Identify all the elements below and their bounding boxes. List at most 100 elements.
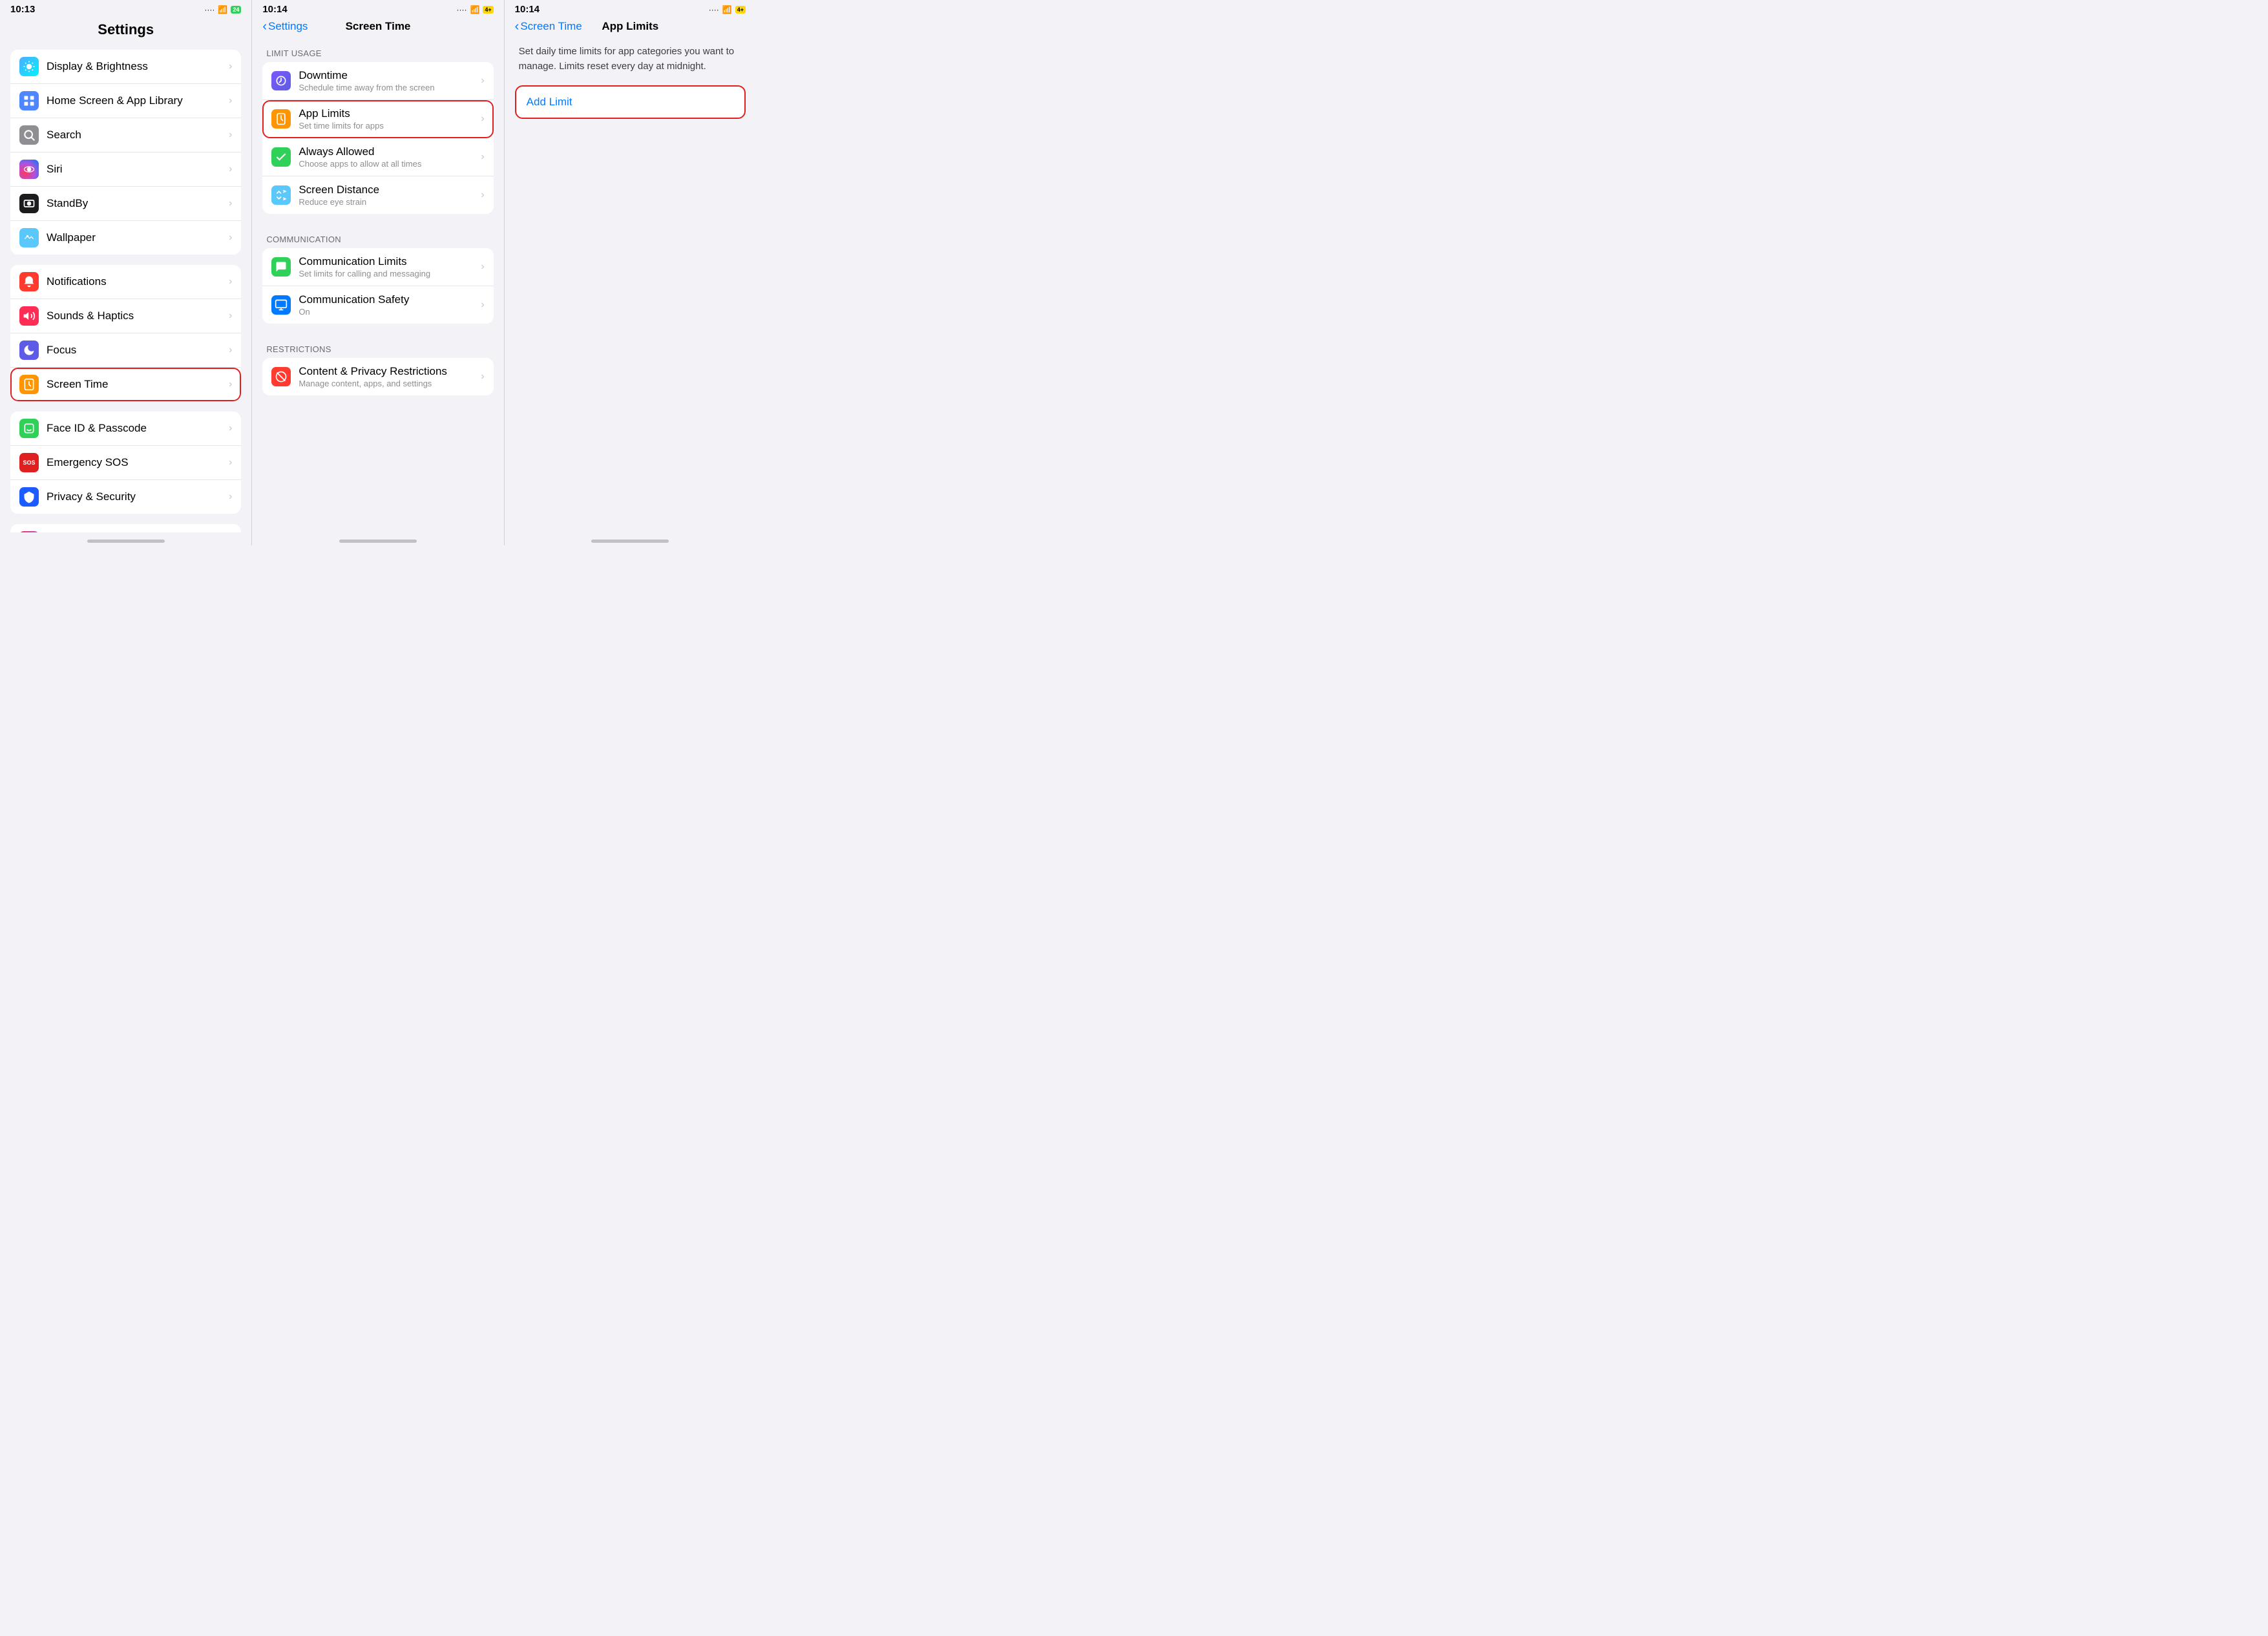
battery-badge-2: 4+: [483, 6, 493, 14]
distance-icon-box: [271, 185, 291, 205]
panel-settings: 10:13 ···· 📶 24 Settings Display & Brigh…: [0, 0, 251, 545]
back-to-screentime[interactable]: ‹ Screen Time: [515, 20, 582, 33]
focus-icon-box: [19, 341, 39, 360]
settings-item-sos[interactable]: SOS Emergency SOS ›: [10, 446, 241, 480]
wallpaper-label: Wallpaper: [47, 231, 229, 244]
applimits-icon-box: [271, 109, 291, 129]
settings-item-search[interactable]: Search ›: [10, 118, 241, 152]
signal-icon-2: ····: [456, 5, 467, 14]
search-chevron: ›: [229, 129, 232, 141]
settings-item-notifications[interactable]: Notifications ›: [10, 265, 241, 299]
settings-item-homescreen[interactable]: Home Screen & App Library ›: [10, 84, 241, 118]
screentime-scroll[interactable]: LIMIT USAGE Downtime Schedule time away …: [252, 38, 503, 532]
settings-scroll[interactable]: Display & Brightness › Home Screen & App…: [0, 50, 251, 532]
status-bar-1: 10:13 ···· 📶 24: [0, 0, 251, 17]
screentime-item-commsafety[interactable]: Communication Safety On ›: [262, 286, 493, 324]
commsafety-chevron: ›: [481, 299, 484, 311]
wifi-icon-1: 📶: [218, 5, 227, 14]
section-restrictions: RESTRICTIONS: [262, 334, 493, 358]
screentime-chevron: ›: [229, 379, 232, 390]
settings-item-screentime[interactable]: Screen Time ›: [10, 368, 241, 401]
downtime-chevron: ›: [481, 75, 484, 87]
panel-screentime: 10:14 ···· 📶 4+ ‹ Settings Screen Time L…: [251, 0, 503, 545]
back-label-3: Screen Time: [520, 20, 582, 33]
settings-item-display[interactable]: Display & Brightness ›: [10, 50, 241, 84]
applimits-scroll[interactable]: Set daily time limits for app categories…: [505, 38, 756, 532]
wifi-icon-2: 📶: [470, 5, 479, 14]
standby-chevron: ›: [229, 198, 232, 209]
allowed-icon-box: [271, 147, 291, 167]
standby-label: StandBy: [47, 197, 229, 210]
sounds-icon-box: [19, 306, 39, 326]
notifications-label: Notifications: [47, 275, 229, 288]
settings-group-4: Game Center › iCloud ›: [10, 524, 241, 532]
downtime-text: Downtime Schedule time away from the scr…: [299, 69, 481, 92]
section-limit-usage: LIMIT USAGE: [262, 38, 493, 62]
commlimits-chevron: ›: [481, 261, 484, 273]
screentime-nav-title: Screen Time: [346, 20, 411, 33]
add-limit-label: Add Limit: [527, 96, 572, 108]
back-chevron-3: ‹: [515, 20, 520, 33]
status-icons-3: ···· 📶 4+: [709, 5, 746, 14]
home-indicator-2: [339, 540, 417, 543]
commsafety-text: Communication Safety On: [299, 293, 481, 317]
signal-icon-1: ····: [204, 5, 215, 14]
privacy-label: Privacy & Security: [47, 490, 229, 503]
settings-item-focus[interactable]: Focus ›: [10, 333, 241, 368]
siri-chevron: ›: [229, 163, 232, 175]
status-bar-2: 10:14 ···· 📶 4+: [252, 0, 503, 17]
settings-group-2: Notifications › Sounds & Haptics › Focus: [10, 265, 241, 401]
back-chevron-2: ‹: [262, 20, 267, 33]
settings-item-faceid[interactable]: Face ID & Passcode ›: [10, 412, 241, 446]
back-label-2: Settings: [268, 20, 308, 33]
screentime-icon-box: [19, 375, 39, 394]
settings-item-standby[interactable]: StandBy ›: [10, 187, 241, 221]
wallpaper-icon-box: [19, 228, 39, 247]
display-label: Display & Brightness: [47, 60, 229, 73]
gamecenter-icon-box: [19, 531, 39, 532]
add-limit-button[interactable]: Add Limit: [515, 85, 746, 119]
standby-icon-box: [19, 194, 39, 213]
search-label: Search: [47, 129, 229, 142]
nav-bar-settings: Settings: [0, 17, 251, 50]
screentime-item-applimits[interactable]: App Limits Set time limits for apps ›: [262, 100, 493, 138]
screentime-item-allowed[interactable]: Always Allowed Choose apps to allow at a…: [262, 138, 493, 176]
privacy-chevron: ›: [229, 491, 232, 503]
screentime-item-distance[interactable]: Screen Distance Reduce eye strain ›: [262, 176, 493, 214]
bottom-bar-1: [0, 532, 251, 545]
back-to-settings[interactable]: ‹ Settings: [262, 20, 308, 33]
screentime-label: Screen Time: [47, 378, 229, 391]
screentime-item-commlimits[interactable]: Communication Limits Set limits for call…: [262, 248, 493, 286]
nav-bar-applimits: ‹ Screen Time App Limits: [505, 17, 756, 38]
time-1: 10:13: [10, 4, 35, 15]
settings-item-privacy[interactable]: Privacy & Security ›: [10, 480, 241, 514]
settings-item-sounds[interactable]: Sounds & Haptics ›: [10, 299, 241, 333]
applimits-text: App Limits Set time limits for apps: [299, 107, 481, 131]
commsafety-icon-box: [271, 295, 291, 315]
faceid-icon-box: [19, 419, 39, 438]
allowed-chevron: ›: [481, 151, 484, 163]
distance-text: Screen Distance Reduce eye strain: [299, 184, 481, 207]
settings-item-gamecenter[interactable]: Game Center ›: [10, 524, 241, 532]
status-bar-3: 10:14 ···· 📶 4+: [505, 0, 756, 17]
signal-icon-3: ····: [709, 5, 719, 14]
siri-label: Siri: [47, 163, 229, 176]
battery-badge-3: 4+: [735, 6, 746, 14]
content-chevron: ›: [481, 371, 484, 383]
wifi-icon-3: 📶: [722, 5, 732, 14]
settings-item-siri[interactable]: Siri ›: [10, 152, 241, 187]
bottom-bar-2: [252, 532, 503, 545]
time-3: 10:14: [515, 4, 540, 15]
sos-label: Emergency SOS: [47, 456, 229, 469]
battery-badge-1: 24: [231, 6, 241, 14]
nav-bar-screentime: ‹ Settings Screen Time: [252, 17, 503, 38]
display-chevron: ›: [229, 61, 232, 72]
status-icons-2: ···· 📶 4+: [456, 5, 493, 14]
time-2: 10:14: [262, 4, 287, 15]
sounds-chevron: ›: [229, 310, 232, 322]
sos-chevron: ›: [229, 457, 232, 468]
settings-item-wallpaper[interactable]: Wallpaper ›: [10, 221, 241, 255]
limit-usage-group: Downtime Schedule time away from the scr…: [262, 62, 493, 214]
screentime-item-content[interactable]: Content & Privacy Restrictions Manage co…: [262, 358, 493, 395]
screentime-item-downtime[interactable]: Downtime Schedule time away from the scr…: [262, 62, 493, 100]
